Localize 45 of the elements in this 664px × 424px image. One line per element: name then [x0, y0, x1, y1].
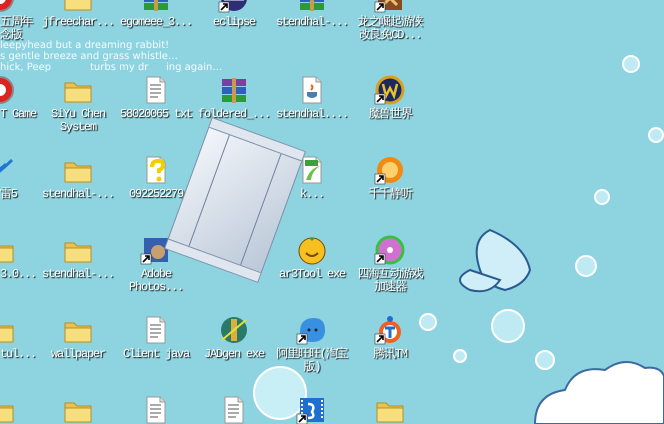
- bubble: [575, 255, 597, 277]
- icon-label[interactable]: tul...: [0, 348, 36, 361]
- bubble: [453, 349, 467, 363]
- wallpaper-text: s gentle breeze and grass whistle…: [0, 51, 178, 62]
- jad-icon[interactable]: [218, 314, 250, 346]
- wallpaper-text: leepyhead but a dreaming rabbit!: [0, 40, 170, 51]
- icon-label[interactable]: eclipse: [212, 16, 255, 29]
- icon-label[interactable]: 3.0...: [0, 268, 36, 281]
- player-icon[interactable]: [374, 154, 406, 186]
- icon-label[interactable]: 四海互动游戏加速器: [354, 268, 426, 294]
- icon-label[interactable]: 阿里旺旺(淘宝版): [276, 348, 348, 374]
- icon-label[interactable]: JADgen exe: [204, 348, 264, 361]
- icon-label[interactable]: T Game: [0, 108, 36, 121]
- icon-label[interactable]: Client java: [122, 348, 189, 361]
- icon-label[interactable]: ar3Tool exe: [278, 268, 345, 281]
- icon-label[interactable]: foldered_...: [198, 108, 270, 121]
- icon-label[interactable]: stendhal-...: [276, 16, 348, 29]
- icon-label[interactable]: 092252279: [128, 188, 183, 201]
- icon-label[interactable]: wallpaper: [50, 348, 105, 361]
- icon-label[interactable]: 龙之崛起游侠改良免CD...: [354, 16, 426, 42]
- disc-icon[interactable]: [374, 234, 406, 266]
- icon-label[interactable]: jfreechar...: [42, 16, 114, 29]
- bubble: [594, 189, 610, 205]
- wallpaper-text: ing again…: [166, 62, 222, 73]
- bubble: [419, 313, 437, 331]
- icon-label[interactable]: 雷5: [0, 188, 17, 201]
- wallpaper-text: turbs my dr: [90, 62, 148, 73]
- wallpaper-text: hick, Peep: [0, 62, 52, 73]
- icon-label[interactable]: 魔兽世界: [368, 108, 412, 121]
- bubble: [491, 309, 525, 343]
- icon-label[interactable]: stendhal-...: [42, 268, 114, 281]
- icon-label[interactable]: egomeee_3...: [120, 16, 192, 29]
- butterfly-drawing: [459, 229, 531, 292]
- icon-label[interactable]: k...: [300, 188, 324, 201]
- bubble: [622, 55, 640, 73]
- icon-label[interactable]: stendhal-...: [42, 188, 114, 201]
- icon-label[interactable]: SiYu Chen System: [42, 108, 114, 134]
- wow-icon[interactable]: [374, 74, 406, 106]
- bubble: [648, 127, 664, 143]
- icon-label[interactable]: stendhal....: [276, 108, 348, 121]
- bubble: [535, 350, 555, 370]
- icon-label[interactable]: 千千静听: [368, 188, 412, 201]
- icon-label[interactable]: 腾讯TM: [373, 348, 407, 361]
- icon-label[interactable]: 58020065 txt: [120, 108, 192, 121]
- icon-label[interactable]: Adobe Photos...: [120, 268, 192, 294]
